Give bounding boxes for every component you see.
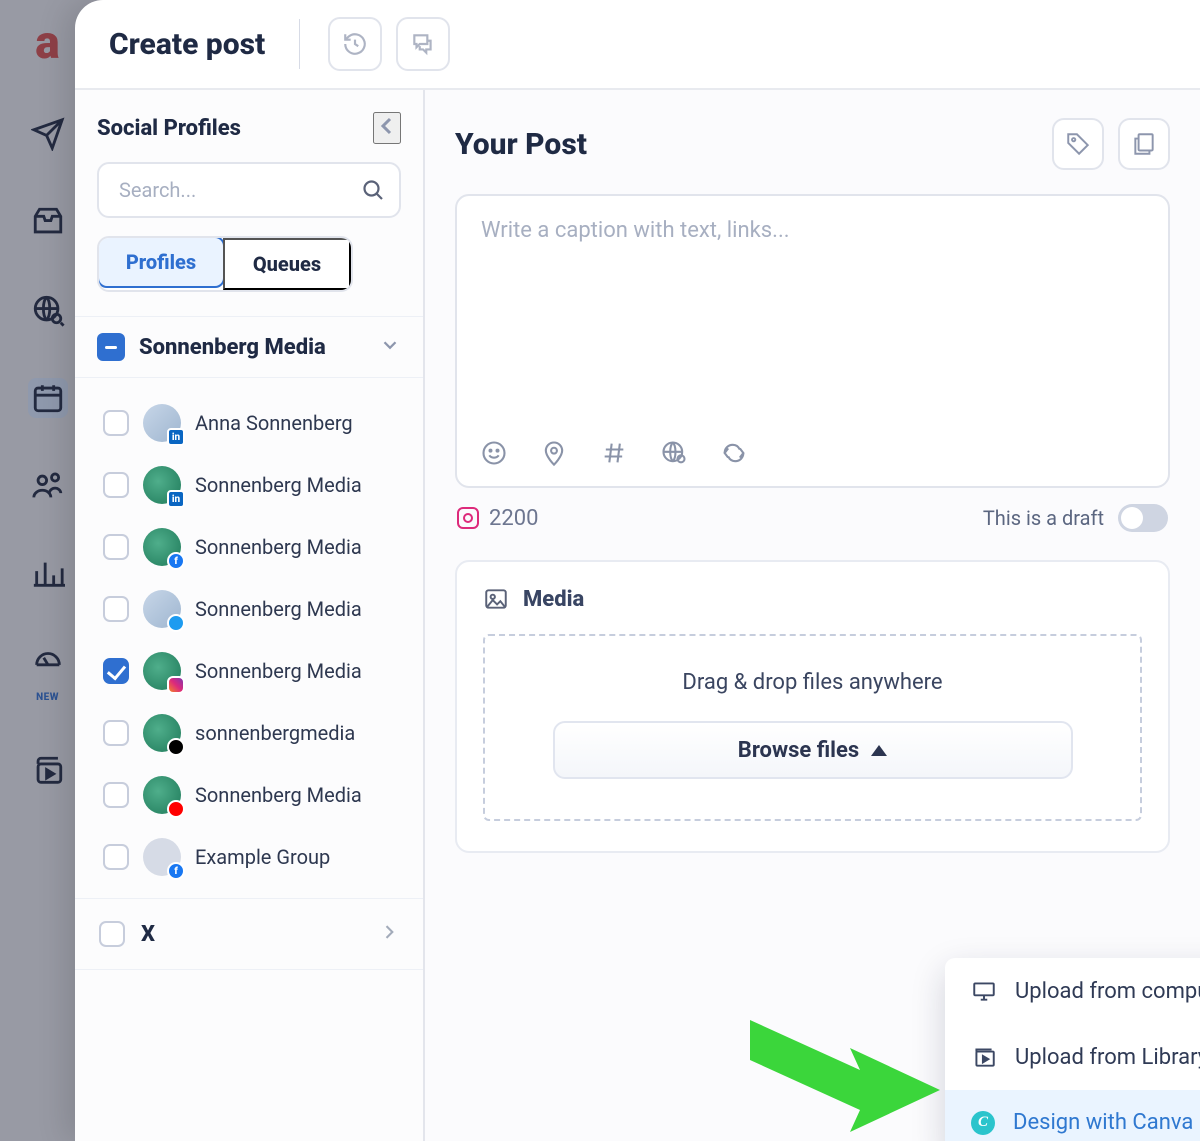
- instagram-badge-icon: [167, 676, 185, 694]
- profile-item[interactable]: f Sonnenberg Media: [75, 516, 423, 578]
- profile-checkbox[interactable]: [103, 596, 129, 622]
- profile-name: Sonnenberg Media: [195, 473, 362, 497]
- profile-name: Anna Sonnenberg: [195, 411, 353, 435]
- upload-from-library[interactable]: Upload from Library: [945, 1024, 1200, 1090]
- profile-item[interactable]: in Sonnenberg Media: [75, 454, 423, 516]
- profile-name: sonnenbergmedia: [195, 721, 355, 745]
- profile-avatar: in: [143, 404, 181, 442]
- create-post-modal: Create post Social Profiles Profiles Que…: [75, 0, 1200, 1141]
- profile-item[interactable]: sonnenbergmedia: [75, 702, 423, 764]
- chevron-down-icon: [379, 334, 401, 360]
- history-button[interactable]: [328, 17, 382, 71]
- triangle-up-icon: [871, 745, 887, 756]
- emoji-icon[interactable]: [479, 438, 509, 468]
- profile-checkbox[interactable]: [103, 720, 129, 746]
- profile-item[interactable]: Sonnenberg Media: [75, 764, 423, 826]
- globe-icon[interactable]: [659, 438, 689, 468]
- profile-checkbox[interactable]: [103, 844, 129, 870]
- browse-files-label: Browse files: [738, 738, 859, 763]
- profile-avatar: [143, 652, 181, 690]
- group-name: Sonnenberg Media: [139, 335, 365, 360]
- media-dropzone[interactable]: Drag & drop files anywhere Browse files: [483, 634, 1142, 821]
- tab-queues[interactable]: Queues: [223, 238, 351, 290]
- canva-icon: C: [971, 1111, 995, 1135]
- media-title: Media: [523, 587, 584, 612]
- linkedin-badge-icon: in: [167, 428, 185, 446]
- profile-item[interactable]: Sonnenberg Media: [75, 640, 423, 702]
- profile-avatar: f: [143, 838, 181, 876]
- char-count-value: 2200: [489, 506, 538, 531]
- comments-button[interactable]: [396, 17, 450, 71]
- profiles-queues-tabs: Profiles Queues: [97, 236, 353, 292]
- profile-avatar: in: [143, 466, 181, 504]
- hashtag-icon[interactable]: [599, 438, 629, 468]
- upload-source-menu: Upload from computer Upload from Library…: [945, 958, 1200, 1141]
- upload-from-computer[interactable]: Upload from computer: [945, 958, 1200, 1024]
- panel-title: Social Profiles: [97, 116, 241, 141]
- facebook-badge-icon: f: [167, 552, 185, 570]
- composer-panel: Your Post 2200: [425, 90, 1200, 1141]
- design-canva-label: Design with Canva: [1013, 1110, 1193, 1135]
- annotation-arrow: [750, 990, 960, 1140]
- profile-item[interactable]: Sonnenberg Media: [75, 578, 423, 640]
- browse-files-button[interactable]: Browse files: [553, 721, 1073, 779]
- divider: [299, 19, 300, 69]
- composer-title: Your Post: [455, 127, 587, 162]
- search-input[interactable]: [97, 162, 401, 218]
- caption-toolbar: [457, 430, 1168, 486]
- media-card: Media Drag & drop files anywhere Browse …: [455, 560, 1170, 853]
- instagram-char-count: 2200: [457, 506, 538, 531]
- chevron-right-icon: [379, 922, 399, 946]
- profile-name: Example Group: [195, 845, 330, 869]
- profile-avatar: [143, 714, 181, 752]
- x-checkbox[interactable]: [99, 921, 125, 947]
- profile-name: Sonnenberg Media: [195, 597, 362, 621]
- tab-profiles[interactable]: Profiles: [97, 236, 225, 288]
- search-icon: [361, 178, 385, 206]
- modal-header: Create post: [75, 0, 1200, 90]
- tags-button[interactable]: [1052, 118, 1104, 170]
- upload-computer-label: Upload from computer: [1015, 979, 1200, 1004]
- profile-checkbox[interactable]: [103, 782, 129, 808]
- instagram-icon: [457, 507, 479, 529]
- profile-name: Sonnenberg Media: [195, 535, 362, 559]
- caption-textarea[interactable]: [457, 196, 1168, 426]
- profile-name: Sonnenberg Media: [195, 783, 362, 807]
- profile-item[interactable]: f Example Group: [75, 826, 423, 888]
- twitter-badge-icon: [167, 614, 185, 632]
- profile-checkbox[interactable]: [103, 658, 129, 684]
- profile-avatar: f: [143, 528, 181, 566]
- profile-checkbox[interactable]: [103, 534, 129, 560]
- upload-library-label: Upload from Library: [1015, 1045, 1200, 1070]
- profile-group-row[interactable]: Sonnenberg Media: [75, 316, 423, 378]
- profile-list: in Anna Sonnenberg in Sonnenberg Media f Sonn…: [75, 378, 423, 898]
- draft-label: This is a draft: [983, 506, 1104, 530]
- collapse-panel-button[interactable]: [373, 112, 401, 144]
- tiktok-badge-icon: [167, 738, 185, 756]
- profile-avatar: [143, 590, 181, 628]
- shorten-link-icon[interactable]: [719, 438, 749, 468]
- social-profiles-panel: Social Profiles Profiles Queues Sonnenbe…: [75, 90, 425, 1141]
- group-checkbox-indeterminate[interactable]: [97, 333, 125, 361]
- profile-checkbox[interactable]: [103, 410, 129, 436]
- duplicate-button[interactable]: [1118, 118, 1170, 170]
- profile-checkbox[interactable]: [103, 472, 129, 498]
- caption-box: [455, 194, 1170, 488]
- dropzone-text: Drag & drop files anywhere: [505, 670, 1120, 695]
- facebook-badge-icon: f: [167, 862, 185, 880]
- profile-item[interactable]: in Anna Sonnenberg: [75, 392, 423, 454]
- image-icon: [483, 586, 509, 612]
- design-with-canva[interactable]: C Design with Canva: [945, 1090, 1200, 1141]
- draft-toggle[interactable]: [1118, 504, 1168, 532]
- x-group-row[interactable]: X: [75, 898, 423, 970]
- profile-name: Sonnenberg Media: [195, 659, 362, 683]
- location-icon[interactable]: [539, 438, 569, 468]
- linkedin-badge-icon: in: [167, 490, 185, 508]
- youtube-badge-icon: [167, 800, 185, 818]
- x-label: X: [141, 922, 363, 947]
- modal-title: Create post: [109, 27, 265, 62]
- profile-avatar: [143, 776, 181, 814]
